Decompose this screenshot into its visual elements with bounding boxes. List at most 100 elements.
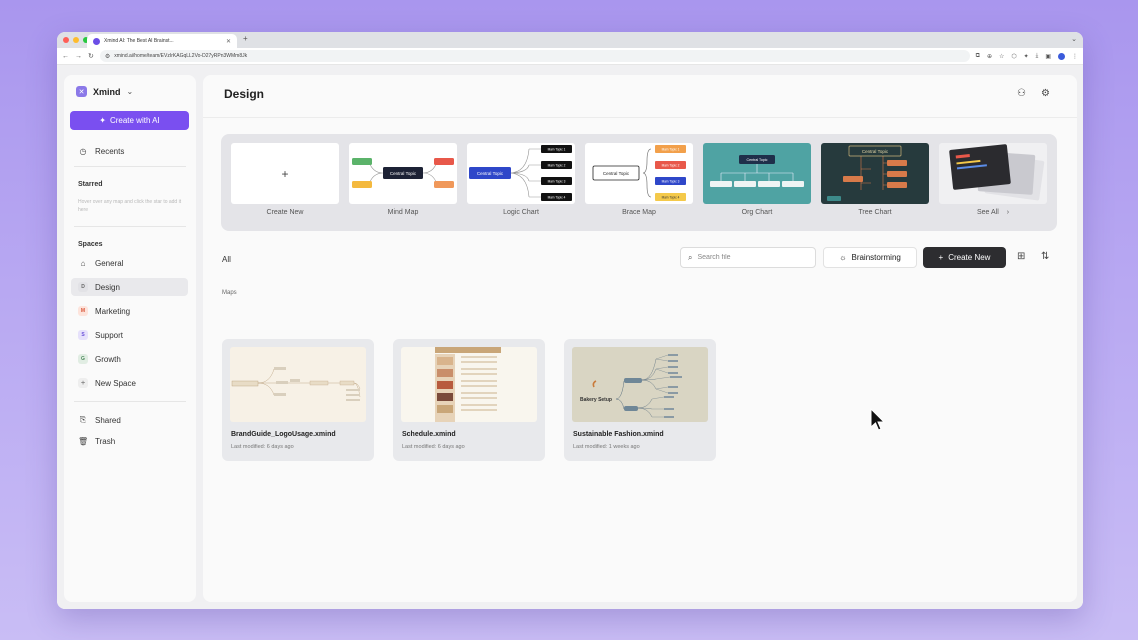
template-thumbnail: Central Topic	[349, 143, 457, 204]
main-topic-text: Main Topic 2	[548, 164, 566, 168]
sidebar-item-support[interactable]: S Support	[73, 326, 190, 344]
schedule-preview	[435, 347, 501, 422]
shared-file-icon: ⎘	[79, 415, 87, 424]
sidebar-item-new-space[interactable]: + New Space	[73, 374, 190, 392]
plus-icon: +	[938, 253, 944, 262]
sidebar-item-design[interactable]: D Design	[71, 278, 188, 296]
template-brace-map[interactable]: Central Topic Main Topic 1 Main Topic 2 …	[585, 143, 693, 216]
starred-empty-hint: Hover over any map and click the star to…	[78, 199, 182, 213]
file-card[interactable]: Schedule.xmind Last modified: 6 days ago	[393, 339, 545, 461]
space-badge: G	[78, 354, 88, 364]
sidebar-item-label: New Space	[95, 378, 136, 388]
template-thumbnail: Central Topic	[821, 143, 929, 204]
grid-view-icon[interactable]: ⊞	[1017, 251, 1025, 262]
main-topic-text: Main Topic 3	[662, 180, 680, 184]
central-topic-text: Central Topic	[603, 171, 630, 176]
sidebar-item-general[interactable]: ⌂ General	[73, 254, 190, 272]
tab-list-chevron-icon[interactable]: ⌄	[1071, 35, 1077, 43]
sidebar-divider	[74, 226, 186, 227]
file-modified: Last modified: 6 days ago	[402, 444, 465, 450]
workspace-switcher[interactable]: ✕ Xmind ⌄	[76, 86, 133, 97]
org-chart-preview: Central Topic	[710, 155, 804, 187]
template-tree-chart[interactable]: Central Topic Tree Chart	[821, 143, 929, 216]
sidebar-item-marketing[interactable]: M Marketing	[73, 302, 190, 320]
file-modified: Last modified: 1 weeks ago	[573, 444, 640, 450]
file-card[interactable]: Bakery Setup Sustainable Fashion.xmind L…	[564, 339, 716, 461]
tab-title: Xmind AI: The Best AI Brainst...	[104, 38, 174, 44]
sidebar-item-growth[interactable]: G Growth	[73, 350, 190, 368]
zoom-icon[interactable]: ⊕	[987, 53, 992, 60]
sidebar-item-shared[interactable]: ⎘ Shared	[73, 411, 190, 429]
central-topic-text: Bakery Setup	[580, 397, 612, 403]
tab-bar: Xmind AI: The Best AI Brainst... ✕ + ⌄	[57, 32, 1083, 48]
main-topic-text: Main Topic 3	[548, 180, 566, 184]
sidebar-item-label: Trash	[95, 436, 116, 446]
window-controls	[63, 37, 89, 43]
template-logic-chart[interactable]: Central Topic Main Topic 1 Main Topic 2 …	[467, 143, 575, 216]
header-divider	[203, 117, 1077, 118]
forward-icon[interactable]: →	[75, 53, 82, 60]
bookmark-star-icon[interactable]: ☆	[999, 53, 1004, 60]
brainstorming-button[interactable]: ☼ Brainstorming	[823, 247, 917, 268]
app-content: ✕ Xmind ⌄ ✦ Create with AI ◷ Recents Sta…	[57, 65, 1083, 609]
main-panel: Design ⚇ ⚙ + Create New Central Topic Mi…	[203, 75, 1077, 602]
file-name: Sustainable Fashion.xmind	[573, 431, 664, 438]
close-window-button[interactable]	[63, 37, 69, 43]
template-label: Org Chart	[741, 209, 773, 216]
browser-tab[interactable]: Xmind AI: The Best AI Brainst... ✕	[87, 34, 237, 48]
address-bar[interactable]: ⚙ xmind.ai/home/team/EVzIrKAGqLL2Vo-D27y…	[99, 50, 970, 62]
create-new-button[interactable]: + Create New	[923, 247, 1006, 268]
reload-icon[interactable]: ↻	[88, 52, 94, 60]
template-mind-map[interactable]: Central Topic Mind Map	[349, 143, 457, 216]
spaces-heading: Spaces	[78, 241, 103, 248]
extensions-puzzle-icon[interactable]: ✦	[1024, 53, 1029, 60]
plus-icon: +	[281, 166, 289, 181]
download-icon[interactable]: ⤓	[1036, 53, 1039, 60]
sparkle-icon: ✦	[99, 116, 106, 125]
sidebar-item-recents[interactable]: ◷ Recents	[73, 142, 190, 160]
install-app-icon[interactable]: ⧉	[976, 53, 980, 60]
template-label: Create New	[266, 209, 304, 216]
template-see-all[interactable]: See All ›	[939, 143, 1047, 216]
browser-actions: ⧉ ⊕ ☆ ⬡ ✦ ⤓ ▣ ⋮	[976, 52, 1078, 60]
main-topic-text: Main Topic 4	[548, 196, 566, 200]
file-thumbnail	[401, 347, 537, 422]
sidebar-item-label: Support	[95, 330, 124, 340]
sidebar-item-label: Marketing	[95, 306, 131, 316]
brand-name: Xmind	[93, 86, 121, 97]
template-thumbnail: +	[231, 143, 339, 204]
gear-icon[interactable]: ⚙	[1041, 88, 1050, 99]
site-info-icon[interactable]: ⚙	[105, 53, 110, 60]
main-topic-text: Main Topic 4	[662, 196, 680, 200]
see-all-label: See All	[976, 209, 999, 216]
browser-window: Xmind AI: The Best AI Brainst... ✕ + ⌄ ←…	[57, 32, 1083, 609]
sort-icon[interactable]: ⇅	[1041, 251, 1049, 262]
side-panel-icon[interactable]: ▣	[1045, 53, 1051, 60]
search-box[interactable]: ⌕	[680, 247, 816, 268]
lightbulb-icon: ☼	[839, 253, 847, 262]
template-create-new[interactable]: + Create New	[231, 143, 339, 216]
file-card[interactable]: BrandGuide_LogoUsage.xmind Last modified…	[222, 339, 374, 461]
sidebar-item-label: Shared	[95, 415, 121, 425]
starred-heading: Starred	[78, 181, 103, 188]
template-thumbnail: Central Topic Main Topic 1 Main Topic 2 …	[585, 143, 693, 204]
back-icon[interactable]: ←	[62, 53, 69, 60]
template-org-chart[interactable]: Central Topic Org Chart	[703, 143, 811, 216]
create-with-ai-label: Create with AI	[109, 116, 160, 125]
search-input[interactable]	[697, 254, 798, 261]
browser-menu-icon[interactable]: ⋮	[1072, 53, 1078, 60]
template-label: Tree Chart	[858, 209, 892, 216]
extension-icon[interactable]: ⬡	[1011, 53, 1016, 60]
template-label: Mind Map	[387, 209, 419, 216]
address-toolbar: ← → ↻ ⚙ xmind.ai/home/team/EVzIrKAGqLL2V…	[57, 48, 1083, 65]
minimize-window-button[interactable]	[73, 37, 79, 43]
profile-avatar-icon[interactable]	[1058, 52, 1065, 60]
new-tab-icon[interactable]: +	[243, 34, 248, 43]
filter-dropdown[interactable]: All	[222, 255, 231, 264]
sidebar-item-label: Growth	[95, 354, 121, 364]
create-with-ai-button[interactable]: ✦ Create with AI	[70, 111, 189, 130]
member-settings-icon[interactable]: ⚇	[1017, 88, 1026, 99]
chevron-down-icon: ⌄	[126, 87, 134, 96]
close-tab-icon[interactable]: ✕	[226, 38, 231, 45]
sidebar-item-trash[interactable]: 🗑 Trash	[73, 432, 190, 450]
